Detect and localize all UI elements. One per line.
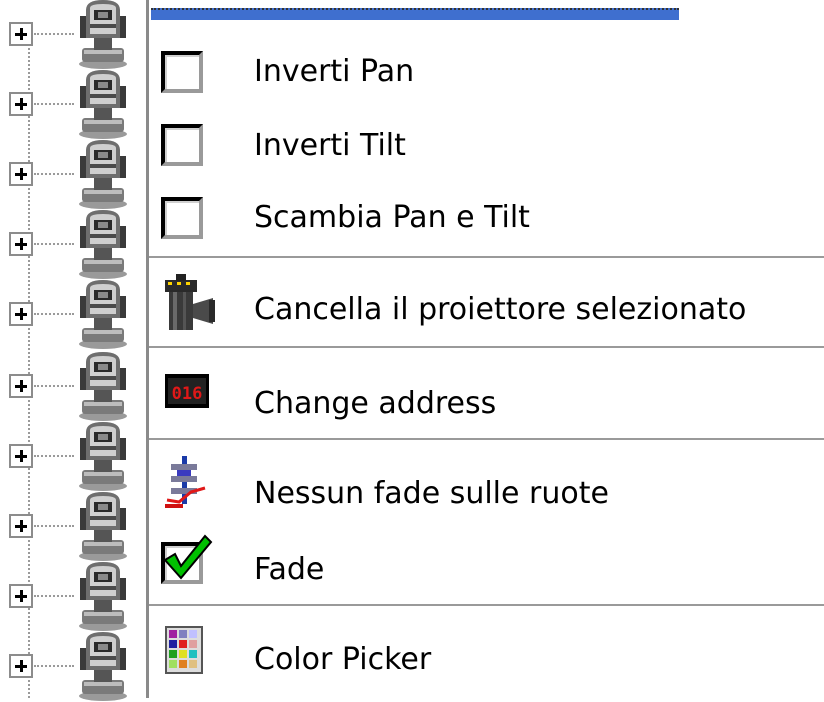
tree-row-fixture[interactable] xyxy=(0,70,146,140)
tree-row-fixture[interactable] xyxy=(0,280,146,350)
fixture-icon xyxy=(79,492,127,561)
menu-item-color-picker[interactable]: Color Picker xyxy=(149,612,824,698)
fixture-icon xyxy=(79,210,127,279)
tree-row-fixture[interactable] xyxy=(0,0,146,70)
fixture-icon xyxy=(79,280,127,349)
fixture-icon xyxy=(79,70,127,139)
expand-icon[interactable] xyxy=(9,232,33,256)
checkbox-icon[interactable] xyxy=(161,124,203,166)
fixture-icon xyxy=(79,352,127,421)
expand-icon[interactable] xyxy=(9,22,33,46)
fixture-icon xyxy=(79,562,127,631)
expand-icon[interactable] xyxy=(9,162,33,186)
tree-row-fixture[interactable] xyxy=(0,562,146,632)
menu-item-label: Change address xyxy=(254,386,497,421)
tree-connector xyxy=(34,385,74,387)
tree-connector xyxy=(34,173,74,175)
menu-item-label: Nessun fade sulle ruote xyxy=(254,476,609,511)
no-fade-icon xyxy=(165,456,206,508)
menu-item-label: Cancella il proiettore selezionato xyxy=(254,292,747,327)
menu-item-invert-pan[interactable]: Inverti Pan xyxy=(149,40,824,110)
menu-item-change-address[interactable]: 016 Change address xyxy=(149,354,824,436)
checkbox-icon[interactable] xyxy=(161,51,203,93)
fixture-icon xyxy=(79,422,127,491)
fixture-icon xyxy=(79,0,127,69)
menu-separator xyxy=(149,438,824,440)
checkmark-icon xyxy=(163,534,213,580)
tree-row-fixture[interactable] xyxy=(0,492,146,562)
selected-item-highlight xyxy=(151,8,679,20)
expand-icon[interactable] xyxy=(9,374,33,398)
expand-icon[interactable] xyxy=(9,514,33,538)
fixture-icon xyxy=(79,632,127,701)
menu-item-invert-tilt[interactable]: Inverti Tilt xyxy=(149,112,824,182)
checkbox-checked-icon[interactable] xyxy=(161,534,213,584)
tree-row-fixture[interactable] xyxy=(0,422,146,492)
menu-item-swap-pan-tilt[interactable]: Scambia Pan e Tilt xyxy=(149,186,824,256)
expand-icon[interactable] xyxy=(9,444,33,468)
tree-row-fixture[interactable] xyxy=(0,210,146,280)
tree-row-fixture[interactable] xyxy=(0,632,146,702)
menu-item-label: Fade xyxy=(254,552,325,587)
tree-connector xyxy=(34,595,74,597)
menu-item-label: Color Picker xyxy=(254,642,432,677)
menu-item-label: Scambia Pan e Tilt xyxy=(254,200,530,235)
menu-separator xyxy=(149,604,824,606)
menu-item-label: Inverti Pan xyxy=(254,54,415,89)
menu-item-no-fade-wheels[interactable]: Nessun fade sulle ruote xyxy=(149,446,824,526)
expand-icon[interactable] xyxy=(9,584,33,608)
context-menu: Inverti Pan Inverti Tilt Scambia Pan e T… xyxy=(146,0,824,698)
tree-connector xyxy=(34,525,74,527)
fixture-icon xyxy=(79,140,127,209)
menu-separator xyxy=(149,256,824,258)
address-icon: 016 xyxy=(165,374,209,408)
color-grid-icon xyxy=(165,626,203,674)
tree-row-fixture[interactable] xyxy=(0,140,146,210)
menu-item-label: Inverti Tilt xyxy=(254,128,406,163)
tree-connector xyxy=(34,313,74,315)
expand-icon[interactable] xyxy=(9,654,33,678)
address-icon-text: 016 xyxy=(172,384,203,404)
trash-icon xyxy=(165,274,215,330)
tree-row-fixture[interactable] xyxy=(0,352,146,422)
tree-connector xyxy=(34,455,74,457)
menu-separator xyxy=(149,346,824,348)
menu-item-delete-fixture[interactable]: Cancella il proiettore selezionato xyxy=(149,264,824,344)
tree-connector xyxy=(34,665,74,667)
menu-item-fade[interactable]: Fade xyxy=(149,526,824,604)
fixture-tree xyxy=(0,0,146,701)
tree-connector xyxy=(34,33,74,35)
expand-icon[interactable] xyxy=(9,92,33,116)
expand-icon[interactable] xyxy=(9,302,33,326)
tree-connector xyxy=(34,103,74,105)
checkbox-icon[interactable] xyxy=(161,197,203,239)
tree-connector xyxy=(34,243,74,245)
